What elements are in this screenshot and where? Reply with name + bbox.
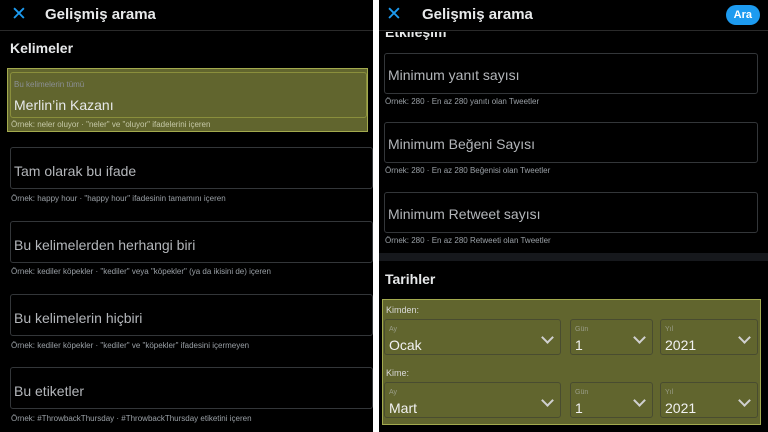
chevron-down-icon xyxy=(738,394,751,407)
hashtags-input[interactable]: Bu etiketler xyxy=(10,367,373,409)
from-year-select[interactable]: Yıl 2021 xyxy=(660,319,758,355)
from-month-value: Ocak xyxy=(389,337,422,353)
from-day-small-label: Gün xyxy=(575,326,589,333)
right-header: ✕ Gelişmiş arama Ara xyxy=(379,0,768,30)
min-replies-placeholder: Minimum yanıt sayısı xyxy=(388,67,520,83)
left-header: ✕ Gelişmiş arama xyxy=(0,0,373,30)
from-day-select[interactable]: Gün 1 xyxy=(570,319,653,355)
min-likes-placeholder: Minimum Beğeni Sayısı xyxy=(388,136,536,152)
header-divider xyxy=(0,30,373,31)
min-likes-input[interactable]: Minimum Beğeni Sayısı xyxy=(384,122,758,163)
to-month-select[interactable]: Ay Mart xyxy=(384,382,561,418)
any-words-hint: Örnek: kediler köpekler · "kediler" veya… xyxy=(11,267,271,276)
from-month-select[interactable]: Ay Ocak xyxy=(384,319,561,355)
close-icon[interactable]: ✕ xyxy=(385,3,403,25)
to-year-small-label: Yıl xyxy=(665,389,674,396)
right-panel: ✕ Gelişmiş arama Ara Etkileşim Minimum y… xyxy=(379,0,768,432)
hashtags-hint: Örnek: #ThrowbackThursday · #ThrowbackTh… xyxy=(11,414,252,423)
from-label: Kimden: xyxy=(386,305,420,315)
none-words-input[interactable]: Bu kelimelerin hiçbiri xyxy=(10,294,373,336)
all-words-input[interactable]: Bu kelimelerin tümü Merlin’in Kazanı xyxy=(10,72,367,118)
min-retweets-placeholder: Minimum Retweet sayısı xyxy=(388,206,541,222)
from-day-value: 1 xyxy=(575,337,583,353)
all-words-value: Merlin’in Kazanı xyxy=(14,97,114,113)
to-day-small-label: Gün xyxy=(575,389,589,396)
min-retweets-input[interactable]: Minimum Retweet sayısı xyxy=(384,192,758,233)
min-replies-input[interactable]: Minimum yanıt sayısı xyxy=(384,53,758,94)
to-day-select[interactable]: Gün 1 xyxy=(570,382,653,418)
to-year-value: 2021 xyxy=(665,400,697,416)
chevron-down-icon xyxy=(633,331,646,344)
all-words-label: Bu kelimelerin tümü xyxy=(14,80,85,89)
from-year-small-label: Yıl xyxy=(665,326,674,333)
hashtags-placeholder: Bu etiketler xyxy=(14,383,85,399)
none-words-hint: Örnek: kediler köpekler · "kediler" ve "… xyxy=(11,341,250,350)
page-title: Gelişmiş arama xyxy=(422,6,533,23)
from-month-small-label: Ay xyxy=(389,326,398,333)
chevron-down-icon xyxy=(633,394,646,407)
section-separator xyxy=(379,253,768,261)
min-retweets-hint: Örnek: 280 · En az 280 Retweeti olan Twe… xyxy=(385,236,551,245)
chevron-down-icon xyxy=(541,331,554,344)
to-month-small-label: Ay xyxy=(389,389,398,396)
from-year-value: 2021 xyxy=(665,337,697,353)
to-label: Kime: xyxy=(386,368,410,378)
any-words-input[interactable]: Bu kelimelerden herhangi biri xyxy=(10,221,373,263)
chevron-down-icon xyxy=(738,331,751,344)
left-panel: ✕ Gelişmiş arama Kelimeler Bu kelimeleri… xyxy=(0,0,373,432)
section-title-words: Kelimeler xyxy=(10,40,74,56)
min-likes-hint: Örnek: 280 · En az 280 Beğenisi olan Twe… xyxy=(385,166,551,175)
exact-phrase-placeholder: Tam olarak bu ifade xyxy=(14,163,137,179)
min-replies-hint: Örnek: 280 · En az 280 yanıtı olan Tweet… xyxy=(385,97,540,106)
all-words-hint: Örnek: neler oluyor · "neler" ve "oluyor… xyxy=(11,120,211,129)
header-divider xyxy=(379,30,768,31)
any-words-placeholder: Bu kelimelerden herhangi biri xyxy=(14,237,196,253)
none-words-placeholder: Bu kelimelerin hiçbiri xyxy=(14,310,143,326)
section-title-dates: Tarihler xyxy=(385,271,436,287)
to-year-select[interactable]: Yıl 2021 xyxy=(660,382,758,418)
close-icon[interactable]: ✕ xyxy=(10,3,28,25)
to-month-value: Mart xyxy=(389,400,417,416)
chevron-down-icon xyxy=(541,394,554,407)
exact-phrase-hint: Örnek: happy hour · "happy hour" ifadesi… xyxy=(11,194,226,203)
to-day-value: 1 xyxy=(575,400,583,416)
search-button[interactable]: Ara xyxy=(725,5,760,25)
page-title: Gelişmiş arama xyxy=(45,6,156,23)
exact-phrase-input[interactable]: Tam olarak bu ifade xyxy=(10,147,373,189)
